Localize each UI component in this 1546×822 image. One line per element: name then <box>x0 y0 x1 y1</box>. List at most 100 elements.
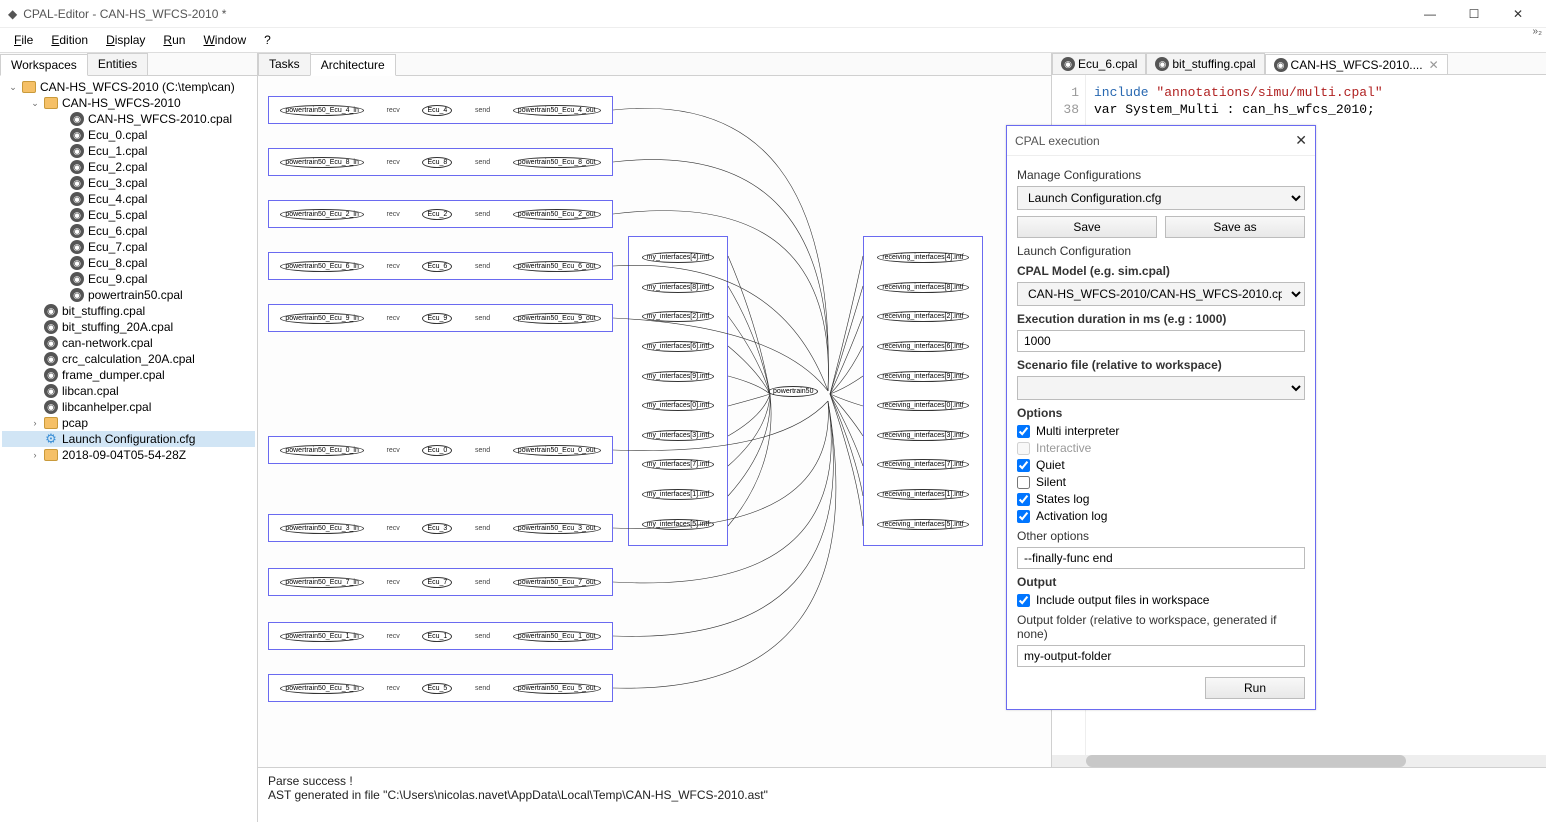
diagram-node: receiving_interfaces[9].intf <box>877 371 968 382</box>
maximize-button[interactable]: ☐ <box>1454 3 1494 25</box>
tree-launch-config[interactable]: ⚙ Launch Configuration.cfg <box>2 431 255 447</box>
chevron-right-icon[interactable]: › <box>30 450 40 460</box>
spacer <box>30 322 40 332</box>
tree-file[interactable]: ◉can-network.cpal <box>2 335 255 351</box>
opt-states-checkbox[interactable]: States log <box>1017 492 1305 506</box>
scroll-thumb[interactable] <box>1086 755 1406 767</box>
tree-file[interactable]: ◉Ecu_6.cpal <box>2 223 255 239</box>
chevron-down-icon[interactable]: ⌄ <box>30 98 40 108</box>
editor-tab-canhs[interactable]: ◉ CAN-HS_WFCS-2010.... ✕ <box>1265 54 1448 75</box>
close-icon[interactable]: ✕ <box>1429 58 1439 72</box>
menu-display[interactable]: Display <box>98 31 153 49</box>
menu-edition[interactable]: Edition <box>43 31 96 49</box>
tree-file[interactable]: ◉Ecu_0.cpal <box>2 127 255 143</box>
spacer <box>56 274 66 284</box>
spacer <box>30 434 40 444</box>
spacer <box>56 194 66 204</box>
diagram-node: receiving_interfaces[7].intf <box>877 459 968 470</box>
tree-file[interactable]: ◉crc_calculation_20A.cpal <box>2 351 255 367</box>
ecu-box[interactable]: powertrain50_Ecu_9_inrecv Ecu_9send powe… <box>268 304 613 332</box>
opt-silent-checkbox[interactable]: Silent <box>1017 475 1305 489</box>
dialog-title: CPAL execution <box>1015 134 1100 148</box>
cpal-icon: ◉ <box>70 176 84 190</box>
window-title: CPAL-Editor - CAN-HS_WFCS-2010 * <box>23 7 226 21</box>
output-folder-input[interactable] <box>1017 645 1305 667</box>
tree-file[interactable]: ◉powertrain50.cpal <box>2 287 255 303</box>
manage-config-select[interactable]: Launch Configuration.cfg <box>1017 186 1305 210</box>
ecu-box[interactable]: powertrain50_Ecu_0_inrecv Ecu_0send powe… <box>268 436 613 464</box>
ecu-box[interactable]: powertrain50_Ecu_5_inrecv Ecu_5send powe… <box>268 674 613 702</box>
ecu-box[interactable]: powertrain50_Ecu_2_inrecv Ecu_2send powe… <box>268 200 613 228</box>
interface-group-recv[interactable]: receiving_interfaces[4].intf receiving_i… <box>863 236 983 546</box>
other-options-label: Other options <box>1017 529 1305 543</box>
ecu-box[interactable]: powertrain50_Ecu_8_inrecv Ecu_8send powe… <box>268 148 613 176</box>
tree-file[interactable]: ◉Ecu_3.cpal <box>2 175 255 191</box>
tree-file[interactable]: ◉bit_stuffing.cpal <box>2 303 255 319</box>
tree-file[interactable]: ◉libcanhelper.cpal <box>2 399 255 415</box>
include-output-checkbox[interactable]: Include output files in workspace <box>1017 593 1305 607</box>
tree-file[interactable]: ◉Ecu_7.cpal <box>2 239 255 255</box>
architecture-diagram[interactable]: powertrain50_Ecu_4_inrecv Ecu_4send powe… <box>258 76 1051 767</box>
tree-label: frame_dumper.cpal <box>62 368 165 382</box>
chevron-down-icon[interactable]: ⌄ <box>8 82 18 92</box>
scenario-label: Scenario file (relative to workspace) <box>1017 358 1305 372</box>
ecu-box[interactable]: powertrain50_Ecu_6_inrecv Ecu_6send powe… <box>268 252 613 280</box>
tree-file[interactable]: ◉Ecu_1.cpal <box>2 143 255 159</box>
tab-entities[interactable]: Entities <box>87 53 148 75</box>
opt-interactive-checkbox[interactable]: Interactive <box>1017 441 1305 455</box>
menu-window[interactable]: Window <box>195 31 254 49</box>
ecu-box[interactable]: powertrain50_Ecu_4_inrecv Ecu_4send powe… <box>268 96 613 124</box>
tree-folder-timestamp[interactable]: › 2018-09-04T05-54-28Z <box>2 447 255 463</box>
diagram-node: powertrain50_Ecu_1_out <box>513 631 601 642</box>
run-button[interactable]: Run <box>1205 677 1305 699</box>
ecu-box[interactable]: powertrain50_Ecu_1_inrecv Ecu_1send powe… <box>268 622 613 650</box>
cpal-model-select[interactable]: CAN-HS_WFCS-2010/CAN-HS_WFCS-2010.cpal <box>1017 282 1305 306</box>
editor-tab-ecu6[interactable]: ◉ Ecu_6.cpal <box>1052 53 1146 74</box>
duration-input[interactable] <box>1017 330 1305 352</box>
tree-file[interactable]: ◉Ecu_4.cpal <box>2 191 255 207</box>
menu-run[interactable]: Run <box>155 31 193 49</box>
options-label: Options <box>1017 406 1305 420</box>
tree-label: bit_stuffing.cpal <box>62 304 145 318</box>
chevron-right-icon[interactable]: › <box>30 418 40 428</box>
tree-file[interactable]: ◉Ecu_9.cpal <box>2 271 255 287</box>
close-window-button[interactable]: ✕ <box>1498 3 1538 25</box>
tree-label: Ecu_5.cpal <box>88 208 147 222</box>
tree-project-folder[interactable]: ⌄ CAN-HS_WFCS-2010 <box>2 95 255 111</box>
ecu-box[interactable]: powertrain50_Ecu_7_inrecv Ecu_7send powe… <box>268 568 613 596</box>
editor-tab-bitstuffing[interactable]: ◉ bit_stuffing.cpal <box>1146 53 1264 74</box>
tree-file[interactable]: ◉bit_stuffing_20A.cpal <box>2 319 255 335</box>
close-icon[interactable]: ✕ <box>1295 132 1307 149</box>
horizontal-scrollbar[interactable] <box>1052 755 1546 767</box>
cpal-execution-dialog: CPAL execution ✕ Manage Configurations L… <box>1006 125 1316 710</box>
save-as-button[interactable]: Save as <box>1165 216 1305 238</box>
tree-file[interactable]: ◉Ecu_8.cpal <box>2 255 255 271</box>
powertrain50-node[interactable]: powertrain50 <box>768 386 818 397</box>
minimize-button[interactable]: — <box>1410 3 1450 25</box>
save-button[interactable]: Save <box>1017 216 1157 238</box>
interface-group-my[interactable]: my_interfaces[4].intf my_interfaces[8].i… <box>628 236 728 546</box>
tree-folder-pcap[interactable]: › pcap <box>2 415 255 431</box>
diagram-node: Ecu_2 <box>422 209 452 220</box>
tree-file[interactable]: ◉CAN-HS_WFCS-2010.cpal <box>2 111 255 127</box>
other-options-input[interactable] <box>1017 547 1305 569</box>
scenario-select[interactable] <box>1017 376 1305 400</box>
opt-multi-checkbox[interactable]: Multi interpreter <box>1017 424 1305 438</box>
spacer <box>56 258 66 268</box>
tree-file[interactable]: ◉frame_dumper.cpal <box>2 367 255 383</box>
tree-file[interactable]: ◉libcan.cpal <box>2 383 255 399</box>
tab-architecture[interactable]: Architecture <box>310 54 396 76</box>
tree-root[interactable]: ⌄ CAN-HS_WFCS-2010 (C:\temp\can) <box>2 79 255 95</box>
menu-file[interactable]: File <box>6 31 41 49</box>
ecu-box[interactable]: powertrain50_Ecu_3_inrecv Ecu_3send powe… <box>268 514 613 542</box>
workspace-tree: ⌄ CAN-HS_WFCS-2010 (C:\temp\can) ⌄ CAN-H… <box>0 76 257 822</box>
diagram-node: Ecu_1 <box>422 631 452 642</box>
opt-activation-checkbox[interactable]: Activation log <box>1017 509 1305 523</box>
opt-quiet-checkbox[interactable]: Quiet <box>1017 458 1305 472</box>
tree-file[interactable]: ◉Ecu_2.cpal <box>2 159 255 175</box>
spacer <box>56 210 66 220</box>
tab-tasks[interactable]: Tasks <box>258 53 311 75</box>
tab-workspaces[interactable]: Workspaces <box>0 54 88 76</box>
menu-help[interactable]: ? <box>256 31 279 49</box>
tree-file[interactable]: ◉Ecu_5.cpal <box>2 207 255 223</box>
